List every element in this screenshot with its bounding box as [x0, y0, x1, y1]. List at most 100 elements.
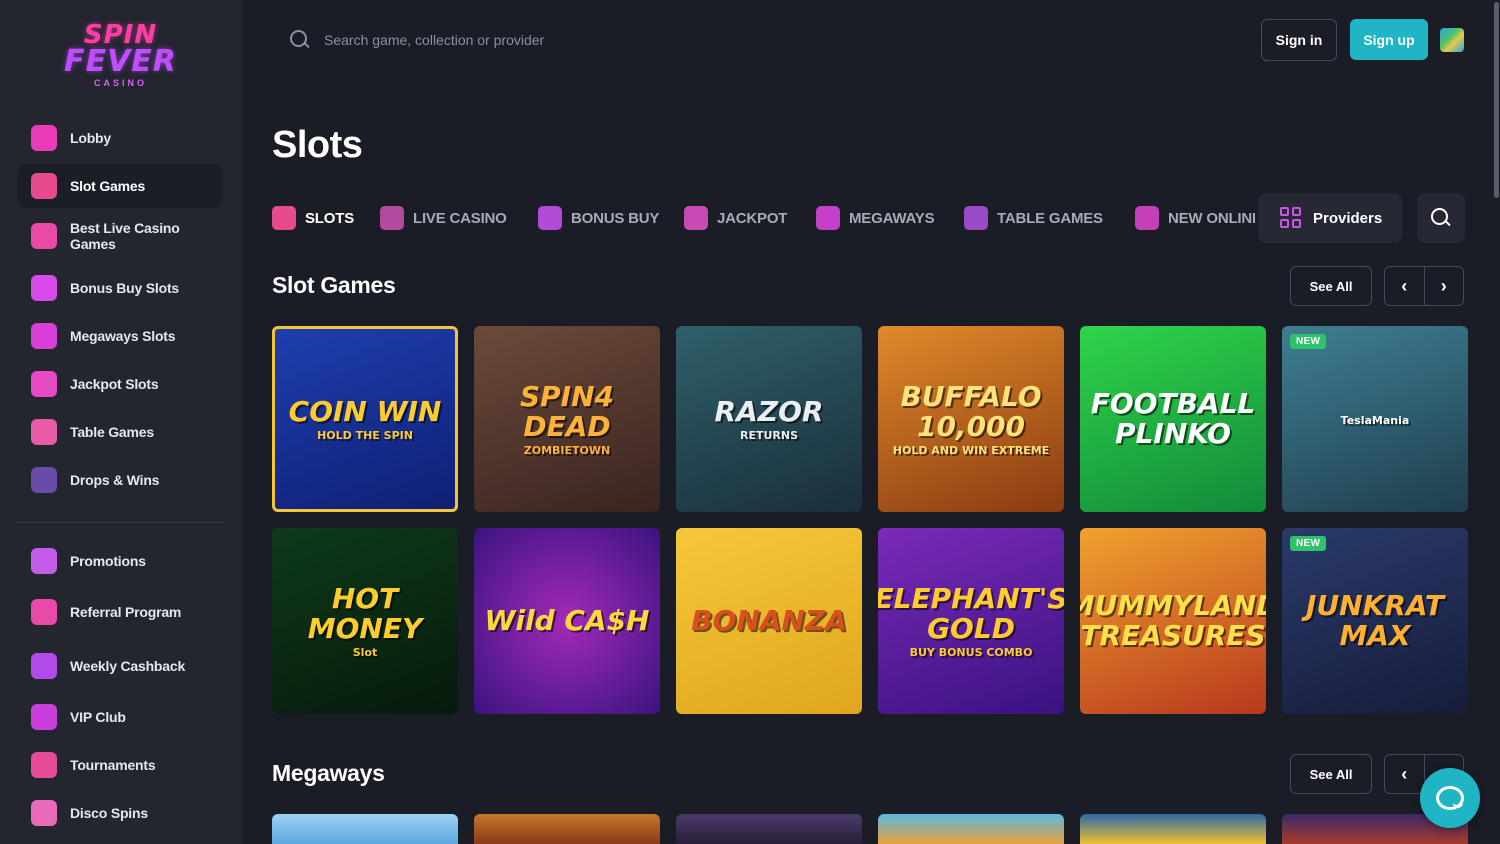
tab-label: JACKPOT [717, 209, 788, 227]
tab-overflow-clip: NEW ONLINE [1135, 200, 1255, 236]
tab-jackpot[interactable]: JACKPOT [684, 202, 787, 234]
live-chat-button[interactable] [1420, 768, 1480, 828]
game-title: SPIN4 DEAD ZOMBIETOWN [474, 379, 660, 457]
sidebar-item-table-games[interactable]: Table Games [18, 410, 223, 454]
trophy-icon [31, 752, 57, 778]
game-tile[interactable]: BUFFALO 10,000 HOLD AND WIN EXTREME [878, 326, 1064, 512]
game-title-text: RAZOR [714, 394, 824, 428]
sidebar-item-promotions[interactable]: Promotions [18, 539, 223, 583]
search-icon [1431, 208, 1451, 228]
see-all-megaways-button[interactable]: See All [1290, 754, 1372, 794]
sign-up-button[interactable]: Sign up [1350, 19, 1428, 60]
megaways-game-tile[interactable] [878, 814, 1064, 844]
tab-label: LIVE CASINO [413, 209, 507, 227]
sidebar-item-referral-program[interactable]: Referral Program [18, 590, 223, 634]
language-globe-icon[interactable] [1440, 28, 1464, 52]
prev-arrow-icon[interactable]: ‹ [1385, 267, 1425, 305]
sidebar-item-vip-club[interactable]: VIP Club [18, 695, 223, 739]
drops-wins-icon [31, 467, 57, 493]
sidebar-item-label: Promotions [70, 553, 146, 569]
game-tile[interactable]: MUMMYLAND TREASURES [1080, 528, 1266, 714]
megaways-game-tile[interactable] [1080, 814, 1266, 844]
megaways-game-tile[interactable] [474, 814, 660, 844]
dollar-coin-icon [31, 653, 57, 679]
disco-ball-icon [31, 800, 57, 826]
game-tile[interactable]: HOT MONEY Slot [272, 528, 458, 714]
game-title-text: Wild CA$H [484, 604, 650, 637]
tab-label: SLOTS [305, 209, 355, 227]
sidebar-item-slot-games[interactable]: Slot Games [18, 164, 223, 208]
game-subtitle: Slot [352, 645, 378, 659]
sidebar-item-disco-spins[interactable]: Disco Spins [18, 791, 223, 835]
game-title: RAZOR RETURNS [707, 394, 832, 442]
page-scrollbar[interactable] [1493, 0, 1500, 844]
game-tile[interactable]: RAZOR RETURNS [676, 326, 862, 512]
new-badge: NEW [1290, 536, 1327, 551]
next-arrow-icon[interactable]: › [1425, 267, 1464, 305]
section-title-megaways: Megaways [272, 760, 385, 786]
sidebar-item-best-live-casino-games[interactable]: Best Live Casino Games [18, 214, 223, 258]
tab-bonus-buy[interactable]: BONUS BUY [538, 202, 659, 234]
sidebar-item-megaways-slots[interactable]: Megaways Slots [18, 314, 223, 358]
game-tile[interactable]: COIN WIN HOLD THE SPIN [272, 326, 458, 512]
tab-label: NEW ONLINE [1168, 209, 1255, 227]
tab-live-casino[interactable]: LIVE CASINO [380, 202, 507, 234]
spin-fever-logo[interactable]: SPIN FEVER CASINO [58, 22, 183, 94]
sidebar-item-jackpot-slots[interactable]: Jackpot Slots [18, 362, 223, 406]
game-tile[interactable]: NEW JUNKRAT MAX [1282, 528, 1468, 714]
sidebar-item-drops-wins[interactable]: Drops & Wins [18, 458, 223, 502]
chat-bubble-icon [1436, 786, 1464, 810]
game-title: Wild CA$H [476, 606, 657, 636]
game-tile[interactable]: ELEPHANT'S GOLD BUY BONUS COMBO [878, 528, 1064, 714]
cherries-icon [31, 173, 57, 199]
sidebar-item-tournaments[interactable]: Tournaments [18, 743, 223, 787]
sidebar-item-bonus-buy-slots[interactable]: Bonus Buy Slots [18, 266, 223, 310]
sidebar-item-label: Megaways Slots [70, 328, 176, 344]
game-subtitle: HOLD THE SPIN [317, 428, 413, 442]
tab-slots[interactable]: SLOTS [272, 202, 354, 234]
see-all-slot-games-button[interactable]: See All [1290, 266, 1372, 306]
sidebar-item-label: Best Live Casino Games [70, 220, 180, 252]
sidebar-item-label: Weekly Cashback [70, 658, 186, 674]
tab-table-games[interactable]: TABLE GAMES [964, 202, 1103, 234]
game-tile[interactable]: FOOTBALL PLINKO [1080, 326, 1266, 512]
providers-button[interactable]: Providers [1258, 193, 1402, 243]
page-title: Slots [272, 124, 363, 166]
tab-new-online[interactable]: NEW ONLINE [1135, 202, 1255, 234]
diamond-icon [31, 371, 57, 397]
tab-label: BONUS BUY [571, 209, 660, 227]
search-input[interactable] [324, 32, 554, 48]
slot-games-pager: ‹ › [1384, 266, 1464, 306]
search-icon [290, 30, 310, 50]
tab-megaways[interactable]: MEGAWAYS [816, 202, 935, 234]
game-title: ELEPHANT'S GOLD BUY BONUS COMBO [878, 583, 1064, 659]
game-title-text: SPIN4 DEAD [519, 379, 615, 443]
megaways-game-tile[interactable] [676, 814, 862, 844]
sidebar-item-label: Slot Games [70, 178, 146, 194]
sidebar-item-weekly-cashback[interactable]: Weekly Cashback [18, 644, 223, 688]
cards-box-icon [31, 223, 57, 249]
game-tile[interactable]: NEW TeslaMania [1282, 326, 1468, 512]
prev-arrow-icon[interactable]: ‹ [1385, 755, 1425, 793]
game-subtitle: TeslaMania [1340, 413, 1410, 427]
game-title: HOT MONEY Slot [272, 583, 458, 659]
search-bar[interactable] [274, 18, 564, 62]
category-search-button[interactable] [1417, 193, 1465, 243]
game-title: COIN WIN HOLD THE SPIN [281, 396, 450, 442]
game-subtitle: RETURNS [739, 428, 799, 442]
game-title: MUMMYLAND TREASURES [1080, 591, 1266, 651]
game-tile[interactable]: BONANZA [676, 528, 862, 714]
grid-icon [1280, 207, 1302, 229]
lightning-icon [1135, 206, 1159, 230]
game-title-text: MUMMYLAND TREASURES [1080, 589, 1266, 652]
megaways-game-tile[interactable] [272, 814, 458, 844]
sidebar-item-label: Drops & Wins [70, 472, 160, 488]
sidebar-item-lobby[interactable]: Lobby [18, 116, 223, 160]
game-tile[interactable]: SPIN4 DEAD ZOMBIETOWN [474, 326, 660, 512]
cards-box-icon [380, 206, 404, 230]
game-title-text: JUNKRAT MAX [1306, 589, 1444, 652]
game-subtitle: ZOMBIETOWN [523, 443, 611, 457]
game-tile[interactable]: Wild CA$H [474, 528, 660, 714]
scrollbar-thumb[interactable] [1494, 2, 1499, 198]
sign-in-button[interactable]: Sign in [1261, 19, 1337, 61]
